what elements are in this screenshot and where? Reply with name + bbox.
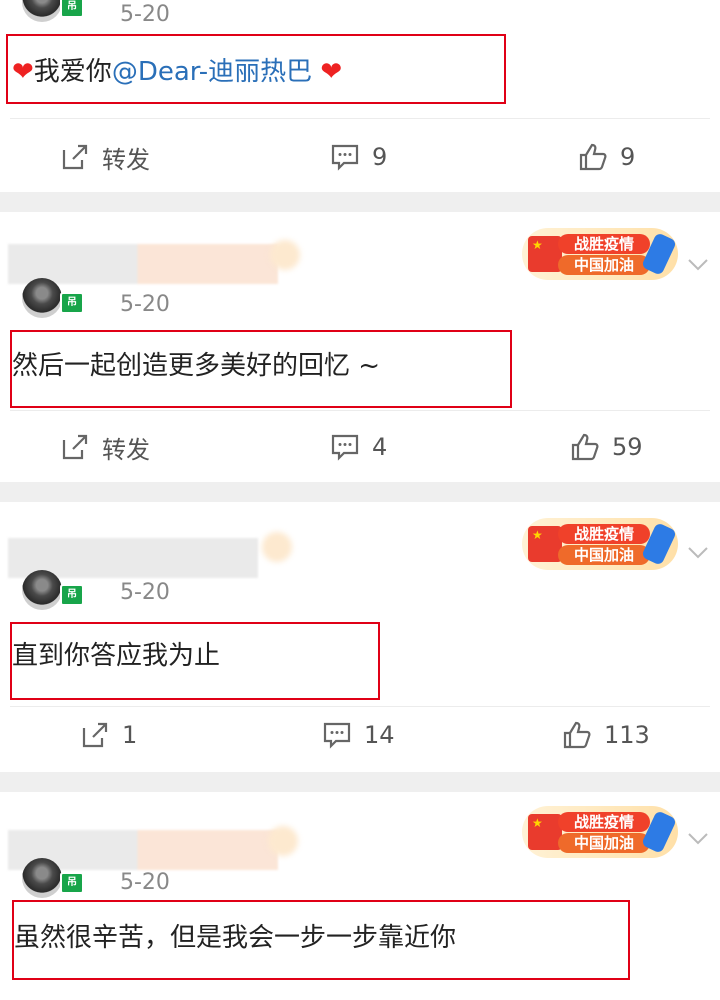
post-content: 虽然很辛苦，但是我会一步一步靠近你: [14, 923, 457, 953]
mention-link[interactable]: @Dear-迪丽热巴: [112, 57, 312, 87]
post-1: 吊 5-20 战胜疫情 中国加油 然后一起创造更多美好的回忆 ~ 转发 4 59: [0, 212, 720, 482]
flag-icon: [528, 526, 562, 562]
repost-button[interactable]: 转发: [60, 132, 150, 182]
action-bar: 转发 9 9: [0, 132, 720, 182]
post-content: ❤我爱你@Dear-迪丽热巴 ❤: [12, 57, 343, 87]
comment-button[interactable]: 14: [322, 710, 395, 760]
comment-icon: [323, 722, 351, 749]
repost-icon: [62, 144, 88, 170]
avatar[interactable]: 吊: [10, 0, 84, 28]
comment-button[interactable]: 9: [330, 132, 387, 182]
like-button[interactable]: 9: [578, 132, 635, 182]
post-0: 吊 5-20 ❤我爱你@Dear-迪丽热巴 ❤ 转发 9 9: [0, 0, 720, 190]
repost-button[interactable]: 1: [80, 710, 137, 760]
flag-icon: [528, 236, 562, 272]
repost-icon: [62, 434, 88, 460]
comment-button[interactable]: 4: [330, 422, 387, 472]
chevron-down-icon[interactable]: [686, 826, 710, 850]
heart-icon: ❤: [12, 57, 34, 87]
chevron-down-icon[interactable]: [686, 252, 710, 276]
post-content: 然后一起创造更多美好的回忆 ~: [12, 351, 381, 381]
avatar[interactable]: 吊: [10, 858, 84, 904]
avatar[interactable]: 吊: [10, 570, 84, 616]
post-content: 直到你答应我为止: [12, 641, 221, 671]
action-bar: 转发 4 59: [0, 422, 720, 472]
thumbs-up-icon: [563, 721, 591, 749]
comment-icon: [331, 144, 359, 171]
thumbs-up-icon: [579, 143, 607, 171]
vip-badge-icon: 吊: [60, 0, 84, 18]
post-date: 5-20: [120, 2, 170, 27]
thumbs-up-icon: [571, 433, 599, 461]
comment-icon: [331, 434, 359, 461]
campaign-badge[interactable]: 战胜疫情 中国加油: [522, 518, 678, 570]
vip-badge-icon: 吊: [60, 872, 84, 894]
avatar[interactable]: 吊: [10, 278, 84, 324]
vip-badge-icon: 吊: [60, 292, 84, 314]
repost-button[interactable]: 转发: [60, 422, 150, 472]
action-bar: 1 14 113: [0, 710, 720, 760]
campaign-badge[interactable]: 战胜疫情 中国加油: [522, 806, 678, 858]
like-button[interactable]: 113: [562, 710, 650, 760]
post-date: 5-20: [120, 292, 170, 317]
campaign-badge[interactable]: 战胜疫情 中国加油: [522, 228, 678, 280]
like-button[interactable]: 59: [570, 422, 643, 472]
post-date: 5-20: [120, 580, 170, 605]
flag-icon: [528, 814, 562, 850]
post-date: 5-20: [120, 870, 170, 895]
post-2: 吊 5-20 战胜疫情 中国加油 直到你答应我为止 1 14 113: [0, 502, 720, 772]
vip-badge-icon: 吊: [60, 584, 84, 606]
post-3: 吊 5-20 战胜疫情 中国加油 虽然很辛苦，但是我会一步一步靠近你: [0, 792, 720, 1000]
repost-icon: [82, 722, 108, 748]
chevron-down-icon[interactable]: [686, 540, 710, 564]
heart-icon: ❤: [312, 57, 343, 87]
